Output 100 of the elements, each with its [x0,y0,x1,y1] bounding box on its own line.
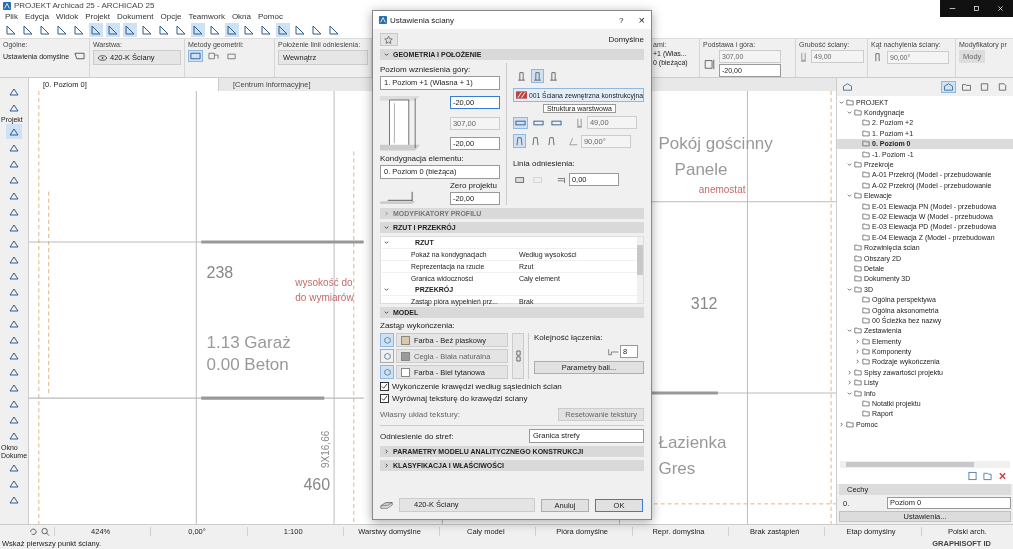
toolbar-button[interactable] [174,23,188,37]
toolbar-button[interactable] [208,23,222,37]
toolbar-button[interactable] [242,23,256,37]
cube-icon [381,352,393,360]
view-map-button[interactable] [840,81,855,93]
room-label: Gres [658,459,696,480]
house-icon [842,83,853,91]
menu-item[interactable]: Pomoc [258,12,283,21]
field-label: Kolejność łączenia: [534,333,604,342]
structure-type-button[interactable] [512,116,528,129]
chevron-icon [384,449,389,454]
menu-item[interactable]: Edycja [24,12,49,21]
preset-label: Domyślne [608,34,644,44]
wall-icon [516,71,526,81]
new-view-icon[interactable] [968,471,977,481]
priority-icon [608,347,619,356]
surface-toggle-button[interactable] [380,365,394,379]
profile-shape-button[interactable] [512,134,526,148]
wall-option-button[interactable] [530,69,544,83]
triangle-icon [9,286,19,297]
toolbar-button[interactable] [106,23,120,37]
minimize-icon[interactable] [948,5,956,12]
chevron-icon[interactable] [839,99,844,105]
toolbar-button[interactable] [4,23,18,37]
chevron-icon[interactable] [847,369,852,375]
menu-item[interactable]: Dokument [117,12,154,21]
checkbox-label: Wyrównaj teksturę do krawędzi ściany [392,394,528,403]
eye-icon [98,54,107,61]
triangle-icon [9,414,19,425]
chevron-icon[interactable] [847,193,852,199]
chevron-icon[interactable] [855,359,860,365]
checkbox[interactable] [380,382,389,391]
toolbar-button[interactable] [225,23,239,37]
help-button[interactable]: ? [619,15,624,25]
menu-item[interactable]: Okna [231,12,251,21]
toolbar-button[interactable] [123,23,137,37]
triangle-icon [9,102,19,113]
checkbox[interactable] [380,394,389,403]
chevron-icon[interactable] [839,421,844,427]
toolbar-button[interactable] [276,23,290,37]
menu-item[interactable]: Widok [55,12,79,21]
triangle-icon [9,334,19,345]
chevron-icon[interactable] [847,328,852,334]
close-icon[interactable] [997,5,1005,12]
chevron-icon[interactable] [855,338,860,344]
chevron-icon[interactable] [384,287,389,292]
folder-icon[interactable] [983,471,992,481]
document-icon [997,83,1008,91]
triangle-icon [9,254,19,265]
wall-shape-button[interactable] [72,50,88,62]
folder-button[interactable] [959,81,974,93]
toolbar-button[interactable] [293,23,307,37]
toolbar-button[interactable] [140,23,154,37]
undo-view-icon[interactable] [28,526,37,537]
toolbar-button[interactable] [55,23,69,37]
cube-icon [381,368,393,376]
wall-chain-button[interactable] [206,50,221,62]
toolbar-button[interactable] [21,23,35,37]
toolbar-button[interactable] [191,23,205,37]
triangle-icon [9,190,19,201]
wall-profile-icon [873,52,882,62]
favorites-button[interactable] [380,32,398,46]
thickness-icon [799,51,808,62]
delete-icon[interactable] [998,471,1007,481]
toolbar-button[interactable] [157,23,171,37]
cube-icon [381,336,393,344]
project-map-button[interactable] [941,81,956,93]
triangle-icon [9,270,19,281]
chevron-icon [384,463,389,468]
toolbar-button[interactable] [89,23,103,37]
chain-icon [515,350,521,362]
chain-button[interactable] [512,333,524,379]
chevron-icon[interactable] [847,380,852,386]
zoom-in-icon[interactable] [41,526,50,537]
chevron-icon[interactable] [847,110,852,116]
menu-item[interactable]: Plik [5,12,18,21]
chevron-icon[interactable] [847,286,852,292]
rectangle-icon [514,175,526,184]
toolbar-button[interactable] [327,23,341,37]
chevron-icon[interactable] [855,349,860,355]
chevron-icon[interactable] [847,162,852,168]
chevron-icon[interactable] [847,390,852,396]
maximize-icon[interactable] [973,5,980,12]
vertical-scrollbar[interactable] [637,237,643,303]
toolbar-button[interactable] [38,23,52,37]
straight-wall-button[interactable] [188,50,203,62]
menu-item[interactable]: Opcje [160,12,182,21]
toolbar-button[interactable] [259,23,273,37]
toolbar-button[interactable] [310,23,324,37]
chevron-icon[interactable] [384,240,389,245]
surface-toggle-button[interactable] [380,333,394,347]
horizontal-scrollbar[interactable] [840,461,1010,468]
note-label: wysokość do [295,277,353,289]
chevron-icon [384,211,389,216]
toolbar-button[interactable] [72,23,86,37]
menu-item[interactable]: Teamwork [188,12,225,21]
dimension-label: 238 [206,264,234,283]
close-button[interactable]: × [638,14,645,26]
tool-button[interactable] [6,124,22,139]
menu-item[interactable]: Projekt [85,12,111,21]
